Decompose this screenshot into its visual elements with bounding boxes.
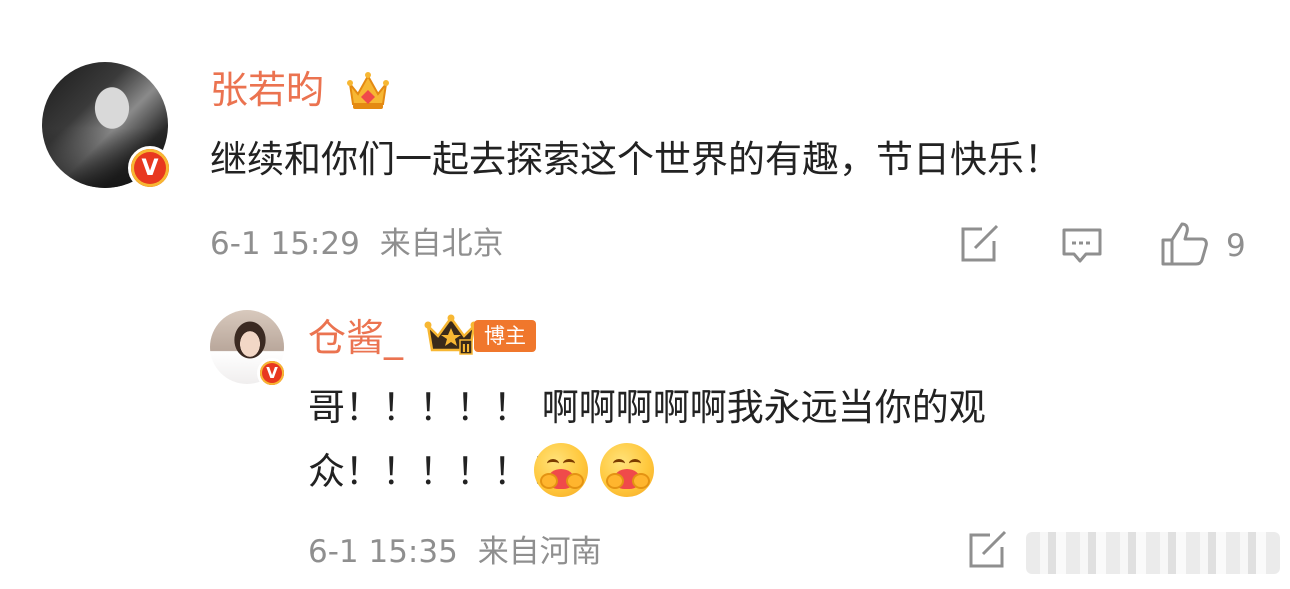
comment-username[interactable]: 张若昀 (210, 68, 324, 112)
reply-meta: 6-1 15:35 来自河南 (308, 532, 602, 572)
verified-badge-icon: V (257, 358, 287, 388)
reply-location: 来自河南 (477, 534, 602, 570)
member-crown-icon (346, 70, 390, 112)
share-icon[interactable] (966, 530, 1010, 570)
svg-text:II: II (462, 342, 470, 355)
comment-meta: 6-1 15:29 来自北京 (210, 224, 504, 264)
reply-text: 哥！！！！！ 啊啊啊啊啊我永远当你的观 众！！！！！！ (308, 376, 1108, 504)
share-icon[interactable] (958, 224, 1002, 264)
reply-text-line: 哥！！！！！ 啊啊啊啊啊我永远当你的观 (308, 386, 986, 429)
reply-username[interactable]: 仓酱_ (308, 316, 403, 360)
like-icon[interactable] (1160, 220, 1210, 266)
comment-icon[interactable] (1060, 226, 1104, 266)
reply-text-line: 众！！！！！！ (308, 450, 567, 493)
like-count: 9 (1226, 228, 1246, 264)
member-crown-icon: II (424, 314, 478, 358)
comment-timestamp: 6-1 15:29 (210, 226, 360, 262)
hug-emoji-icon (534, 443, 588, 497)
obscured-actions (1026, 532, 1280, 574)
comment-location: 来自北京 (379, 226, 504, 262)
verified-badge-icon: V (128, 146, 172, 190)
hug-emoji-icon (600, 443, 654, 497)
comment-text: 继续和你们一起去探索这个世界的有趣，节日快乐！ (210, 138, 1061, 181)
blogger-badge: 博主 (474, 320, 536, 352)
reply-timestamp: 6-1 15:35 (308, 534, 458, 570)
